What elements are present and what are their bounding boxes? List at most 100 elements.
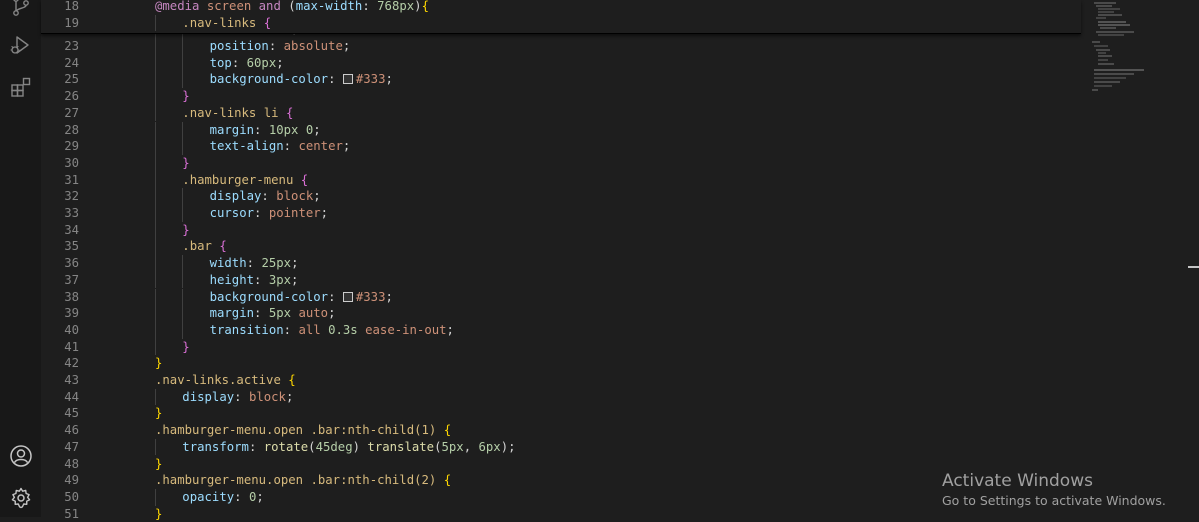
code-text: } [155, 456, 162, 473]
color-swatch-icon[interactable] [342, 291, 353, 302]
scrollbar-marker[interactable] [1188, 266, 1199, 268]
token-punc [358, 323, 365, 337]
code-text: .hamburger-menu { [182, 172, 308, 189]
code-line[interactable]: 35 .bar { [41, 238, 1081, 256]
token-punc: ; [276, 55, 284, 70]
token-punc: ) [352, 439, 368, 454]
code-line[interactable]: 47 transform: rotate(45deg) translate(5px… [41, 438, 1081, 456]
extensions-icon[interactable] [9, 75, 33, 99]
token-prop: height [209, 272, 255, 287]
token-punc [279, 106, 286, 120]
code-line[interactable]: 25 background-color: #333; [41, 71, 1081, 89]
code-text: } [182, 155, 189, 172]
code-line[interactable]: 51} [41, 506, 1081, 522]
account-icon[interactable] [9, 444, 33, 468]
code-line[interactable]: 36 width: 25px; [41, 255, 1081, 272]
line-number: 27 [64, 105, 79, 120]
code-line[interactable]: 42} [41, 355, 1081, 372]
color-swatch-icon[interactable] [342, 74, 353, 85]
token-num: 5px [268, 306, 292, 321]
token-punc: : [261, 189, 277, 204]
code-line[interactable]: 19 .nav-links { [41, 14, 1081, 32]
indent-guide [182, 271, 184, 289]
code-line[interactable]: 48} [41, 456, 1081, 473]
source-control-icon[interactable] [9, 0, 33, 18]
code-line[interactable]: 28 margin: 10px 0; [41, 121, 1081, 139]
line-number: 49 [64, 473, 79, 488]
code-line[interactable]: 37 height: 3px; [41, 271, 1081, 289]
token-punc: ; [320, 206, 329, 220]
code-line[interactable]: 40 transition: all 0.3s ease-in-out; [41, 321, 1081, 339]
token-prop: display [209, 189, 262, 204]
indent-guide [155, 438, 156, 456]
code-text: .bar { [182, 238, 226, 255]
token-punc: : [254, 206, 269, 220]
code-line[interactable]: 31 .hamburger-menu { [41, 171, 1081, 189]
token-prop: background-color [209, 72, 329, 87]
token-punc: ; [328, 306, 336, 321]
line-number: 28 [64, 122, 79, 137]
indent-guide [182, 305, 184, 322]
indent-guide [182, 138, 184, 155]
code-text: transition: all 0.3s ease-in-out; [210, 322, 454, 339]
token-fn: translate [367, 439, 435, 454]
code-text: .hamburger-menu.open .bar:nth-child(1) { [155, 422, 451, 439]
code-line[interactable]: 43 .nav-links.active { [41, 372, 1081, 389]
token-prop: top [209, 55, 232, 70]
indent-guide [182, 321, 184, 339]
minimap[interactable] [1086, 0, 1156, 100]
code-line[interactable]: 34} [41, 221, 1081, 239]
code-text: } [155, 506, 162, 522]
line-number: 37 [64, 272, 79, 287]
token-punc: : [234, 389, 249, 404]
token-prop: transition [209, 322, 284, 337]
token-punc: : [254, 272, 269, 287]
code-editor[interactable]: 22width: 100%;23position: absolute;24top… [41, 0, 1199, 521]
code-text: } [182, 88, 189, 105]
indent-guide [155, 188, 156, 205]
indent-guide [155, 88, 156, 105]
code-line[interactable]: 27 .nav-links li { [41, 104, 1081, 122]
code-line[interactable]: 23 position: absolute; [41, 38, 1081, 55]
line-number: 18 [64, 0, 79, 13]
token-punc: : [248, 439, 264, 454]
code-line[interactable]: 44 display: block; [41, 388, 1081, 406]
settings-gear-icon[interactable] [9, 486, 33, 510]
activate-windows-watermark: Activate Windows Go to Settings to activ… [942, 470, 1166, 510]
code-text: display: block; [182, 389, 293, 406]
sticky-scroll-header[interactable]: 18 @media screen and (max-width: 768px){1… [41, 0, 1081, 34]
token-prop: max-width [295, 0, 363, 13]
code-line[interactable]: 26} [41, 88, 1081, 105]
code-line[interactable]: 24 top: 60px; [41, 54, 1081, 72]
indent-guide [155, 138, 156, 155]
indent-guide [182, 38, 184, 55]
code-line[interactable]: 33 cursor: pointer; [41, 205, 1081, 222]
indent-guide [155, 271, 156, 289]
code-line[interactable]: 18 @media screen and (max-width: 768px){ [41, 0, 1081, 15]
code-line[interactable]: 49 .hamburger-menu.open .bar:nth-child(2)… [41, 472, 1081, 489]
code-line[interactable]: 50 opacity: 0; [41, 488, 1081, 506]
indent-guide [155, 255, 156, 272]
code-line[interactable]: 46 .hamburger-menu.open .bar:nth-child(1)… [41, 422, 1081, 439]
line-number: 25 [64, 72, 79, 87]
code-line[interactable]: 32 display: block; [41, 188, 1081, 205]
code-text: background-color: #333; [210, 71, 393, 88]
code-line[interactable]: 39 margin: 5px auto; [41, 305, 1081, 322]
run-debug-icon[interactable] [9, 33, 33, 57]
code-line[interactable]: 45} [41, 405, 1081, 422]
token-val: block [276, 189, 314, 204]
line-number: 33 [64, 206, 79, 220]
line-number: 48 [64, 456, 79, 471]
token-num: 768px [377, 0, 415, 13]
token-val: pointer [268, 206, 321, 220]
code-line[interactable]: 29 text-align: center; [41, 138, 1081, 155]
activity-bar [0, 0, 41, 517]
token-punc: ; [342, 139, 351, 154]
code-line[interactable]: 30} [41, 154, 1081, 172]
code-line[interactable]: 41} [41, 338, 1081, 356]
token-num: 3px [268, 272, 292, 287]
token-num: 60px [246, 55, 277, 70]
token-punc: : [328, 289, 343, 304]
indent-guide [155, 171, 156, 189]
code-line[interactable]: 38 background-color: #333; [41, 288, 1081, 306]
